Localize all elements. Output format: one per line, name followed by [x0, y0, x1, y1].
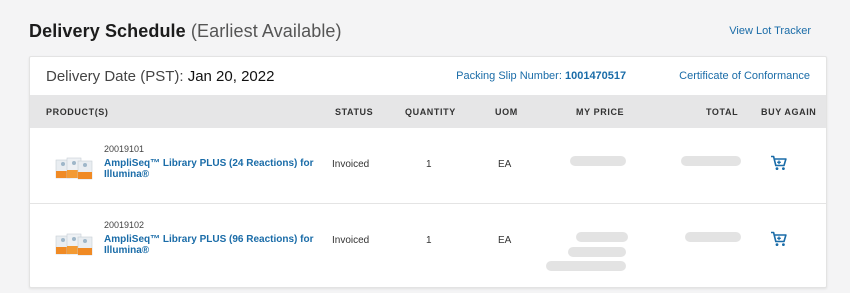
- column-header-products: PRODUCT(S): [46, 107, 109, 117]
- product-sku: 20019101: [104, 144, 145, 154]
- product-box-image: [55, 157, 93, 180]
- uom-value: EA: [498, 235, 512, 246]
- certificate-of-conformance-link[interactable]: Certificate of Conformance: [679, 70, 810, 82]
- my-price-redacted: [576, 232, 628, 242]
- column-header-status: STATUS: [335, 107, 374, 117]
- status-value: Invoiced: [332, 159, 370, 170]
- column-header-my-price: MY PRICE: [576, 107, 625, 117]
- delivery-date: Delivery Date (PST): Jan 20, 2022: [46, 68, 274, 85]
- packing-slip-number[interactable]: 1001470517: [565, 70, 626, 82]
- uom-value: EA: [498, 159, 512, 170]
- delivery-date-label: Delivery Date (PST):: [46, 67, 184, 85]
- product-name-link[interactable]: AmpliSeq™ Library PLUS (24 Reactions) fo…: [104, 158, 314, 180]
- column-header-total: TOTAL: [706, 107, 739, 117]
- view-lot-tracker-link[interactable]: View Lot Tracker: [729, 25, 811, 37]
- column-header-buy-again: BUY AGAIN: [761, 107, 817, 117]
- product-sku: 20019102: [104, 220, 145, 230]
- page-title-text: Delivery Schedule: [29, 20, 186, 41]
- packing-slip[interactable]: Packing Slip Number: 1001470517: [456, 70, 626, 82]
- cart-icon[interactable]: [770, 155, 788, 171]
- product-name-link[interactable]: AmpliSeq™ Library PLUS (96 Reactions) fo…: [104, 234, 314, 256]
- packing-slip-label: Packing Slip Number:: [456, 70, 562, 82]
- quantity-value: 1: [426, 235, 432, 246]
- my-price-redacted: [546, 261, 626, 271]
- status-value: Invoiced: [332, 235, 370, 246]
- page-header: Delivery Schedule (Earliest Available) V…: [29, 18, 811, 44]
- delivery-card: Delivery Date (PST): Jan 20, 2022 Packin…: [29, 56, 827, 288]
- my-price-redacted: [570, 156, 626, 166]
- delivery-date-value: Jan 20, 2022: [187, 67, 275, 85]
- card-header-right: Packing Slip Number: 1001470517 Certific…: [456, 70, 810, 82]
- table-row: 20019101 AmpliSeq™ Library PLUS (24 Reac…: [30, 128, 826, 204]
- column-header-uom: UOM: [495, 107, 518, 117]
- my-price-redacted: [568, 247, 626, 257]
- card-header: Delivery Date (PST): Jan 20, 2022 Packin…: [30, 57, 826, 95]
- column-header-quantity: QUANTITY: [405, 107, 456, 117]
- page-title-subtitle: (Earliest Available): [190, 20, 342, 41]
- page-title: Delivery Schedule (Earliest Available): [29, 21, 342, 42]
- total-redacted: [681, 156, 741, 166]
- quantity-value: 1: [426, 159, 432, 170]
- table-row: 20019102 AmpliSeq™ Library PLUS (96 Reac…: [30, 204, 826, 280]
- cart-icon[interactable]: [770, 231, 788, 247]
- total-redacted: [685, 232, 741, 242]
- table-header: PRODUCT(S) STATUS QUANTITY UOM MY PRICE …: [30, 95, 826, 128]
- product-box-image: [55, 233, 93, 256]
